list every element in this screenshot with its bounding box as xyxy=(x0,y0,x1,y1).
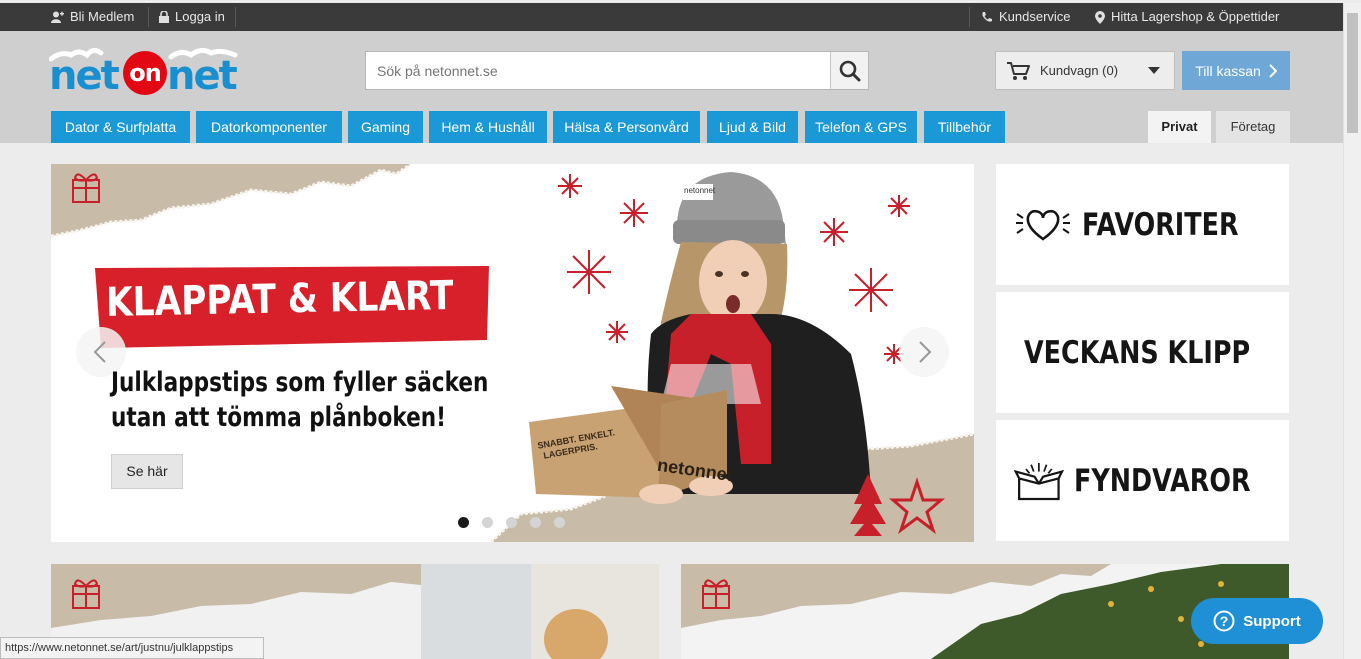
nav-datorkomponenter[interactable]: Datorkomponenter xyxy=(196,111,342,143)
carousel-dot-2[interactable] xyxy=(482,517,493,528)
checkout-label: Till kassan xyxy=(1195,62,1261,79)
bargains-card[interactable]: FYNDVAROR xyxy=(996,420,1289,541)
nav-dator-surfplatta[interactable]: Dator & Surfplatta xyxy=(51,111,190,143)
heart-icon xyxy=(1016,209,1070,241)
cart-button[interactable]: Kundvagn (0) xyxy=(995,51,1175,90)
top-bar: Bli Medlem Logga in Kundservice Hitta La… xyxy=(0,3,1343,31)
page-scrollbar[interactable] xyxy=(1343,3,1361,659)
customer-service-link[interactable]: Kundservice xyxy=(981,3,1071,31)
header: net on net Kundvagn (0) Till kassan Dato… xyxy=(0,31,1343,143)
phone-icon xyxy=(982,12,992,22)
lock-icon xyxy=(159,11,169,23)
nav-gaming[interactable]: Gaming xyxy=(348,111,423,143)
customer-service-label: Kundservice xyxy=(999,9,1071,24)
hero-banner-title: KLAPPAT & KLART xyxy=(105,272,454,326)
hero-subtitle-line-2: utan att tömma plånboken! xyxy=(111,402,446,433)
search-input[interactable] xyxy=(366,52,830,89)
become-member-link[interactable]: Bli Medlem xyxy=(51,3,134,31)
support-button[interactable]: ? Support xyxy=(1191,598,1323,644)
open-box-icon xyxy=(1014,462,1064,500)
divider xyxy=(148,7,149,27)
segment-privat[interactable]: Privat xyxy=(1148,111,1211,143)
svg-text:?: ? xyxy=(1220,613,1229,629)
carousel-prev-button[interactable] xyxy=(76,327,126,377)
carousel-dot-1[interactable] xyxy=(458,517,469,528)
nav-hem-hushall[interactable]: Hem & Hushåll xyxy=(429,111,547,143)
cart-label: Kundvagn (0) xyxy=(1040,63,1119,78)
weekly-deals-card[interactable]: VECKANS KLIPP xyxy=(996,292,1289,413)
svg-text:net: net xyxy=(49,53,120,95)
nav-tillbehor[interactable]: Tillbehör xyxy=(924,111,1005,143)
status-bar-url: https://www.netonnet.se/art/justnu/julkl… xyxy=(0,637,264,659)
divider xyxy=(969,7,970,27)
nav-telefon-gps[interactable]: Telefon & GPS xyxy=(805,111,917,143)
carousel-dot-4[interactable] xyxy=(530,517,541,528)
carousel-dot-5[interactable] xyxy=(554,517,565,528)
favorites-card[interactable]: FAVORITER xyxy=(996,164,1289,285)
netonnet-logo[interactable]: net on net xyxy=(48,43,240,99)
carousel-dots xyxy=(458,517,565,528)
find-store-label: Hitta Lagershop & Öppettider xyxy=(1111,9,1280,24)
carousel-next-button[interactable] xyxy=(899,327,949,377)
carousel-dot-3[interactable] xyxy=(506,517,517,528)
hat-brand-text: netonnet xyxy=(684,186,716,195)
nav-halsa-personvard[interactable]: Hälsa & Personvård xyxy=(553,111,700,143)
login-link[interactable]: Logga in xyxy=(159,3,225,31)
hero-banner-image xyxy=(51,164,974,542)
search-box xyxy=(365,51,869,90)
checkout-button[interactable]: Till kassan xyxy=(1182,51,1290,90)
nav-ljud-bild[interactable]: Ljud & Bild xyxy=(707,111,798,143)
support-label: Support xyxy=(1243,612,1301,630)
chevron-right-icon xyxy=(1269,63,1277,78)
svg-text:on: on xyxy=(129,59,161,87)
location-pin-icon xyxy=(1095,10,1105,24)
cart-icon xyxy=(1007,61,1030,80)
favorites-label: FAVORITER xyxy=(1082,206,1239,243)
divider xyxy=(235,7,236,27)
help-icon: ? xyxy=(1213,610,1235,632)
hero-subtitle-line-1: Julklappstips som fyller säcken xyxy=(111,367,489,398)
hero-carousel[interactable]: KLAPPAT & KLART Julklappstips som fyller… xyxy=(51,164,974,542)
chevron-down-icon xyxy=(1148,66,1160,74)
find-store-link[interactable]: Hitta Lagershop & Öppettider xyxy=(1095,3,1279,31)
svg-text:net: net xyxy=(167,53,238,95)
add-user-icon xyxy=(51,11,64,23)
see-more-button[interactable]: Se här xyxy=(111,454,183,489)
login-label: Logga in xyxy=(175,9,225,24)
become-member-label: Bli Medlem xyxy=(70,9,135,24)
scrollbar-thumb[interactable] xyxy=(1347,13,1358,133)
segment-foretag[interactable]: Företag xyxy=(1216,111,1290,143)
weekly-deals-label: VECKANS KLIPP xyxy=(1024,334,1251,371)
search-icon xyxy=(839,60,860,81)
search-button[interactable] xyxy=(830,52,868,89)
bargains-label: FYNDVAROR xyxy=(1073,462,1251,499)
